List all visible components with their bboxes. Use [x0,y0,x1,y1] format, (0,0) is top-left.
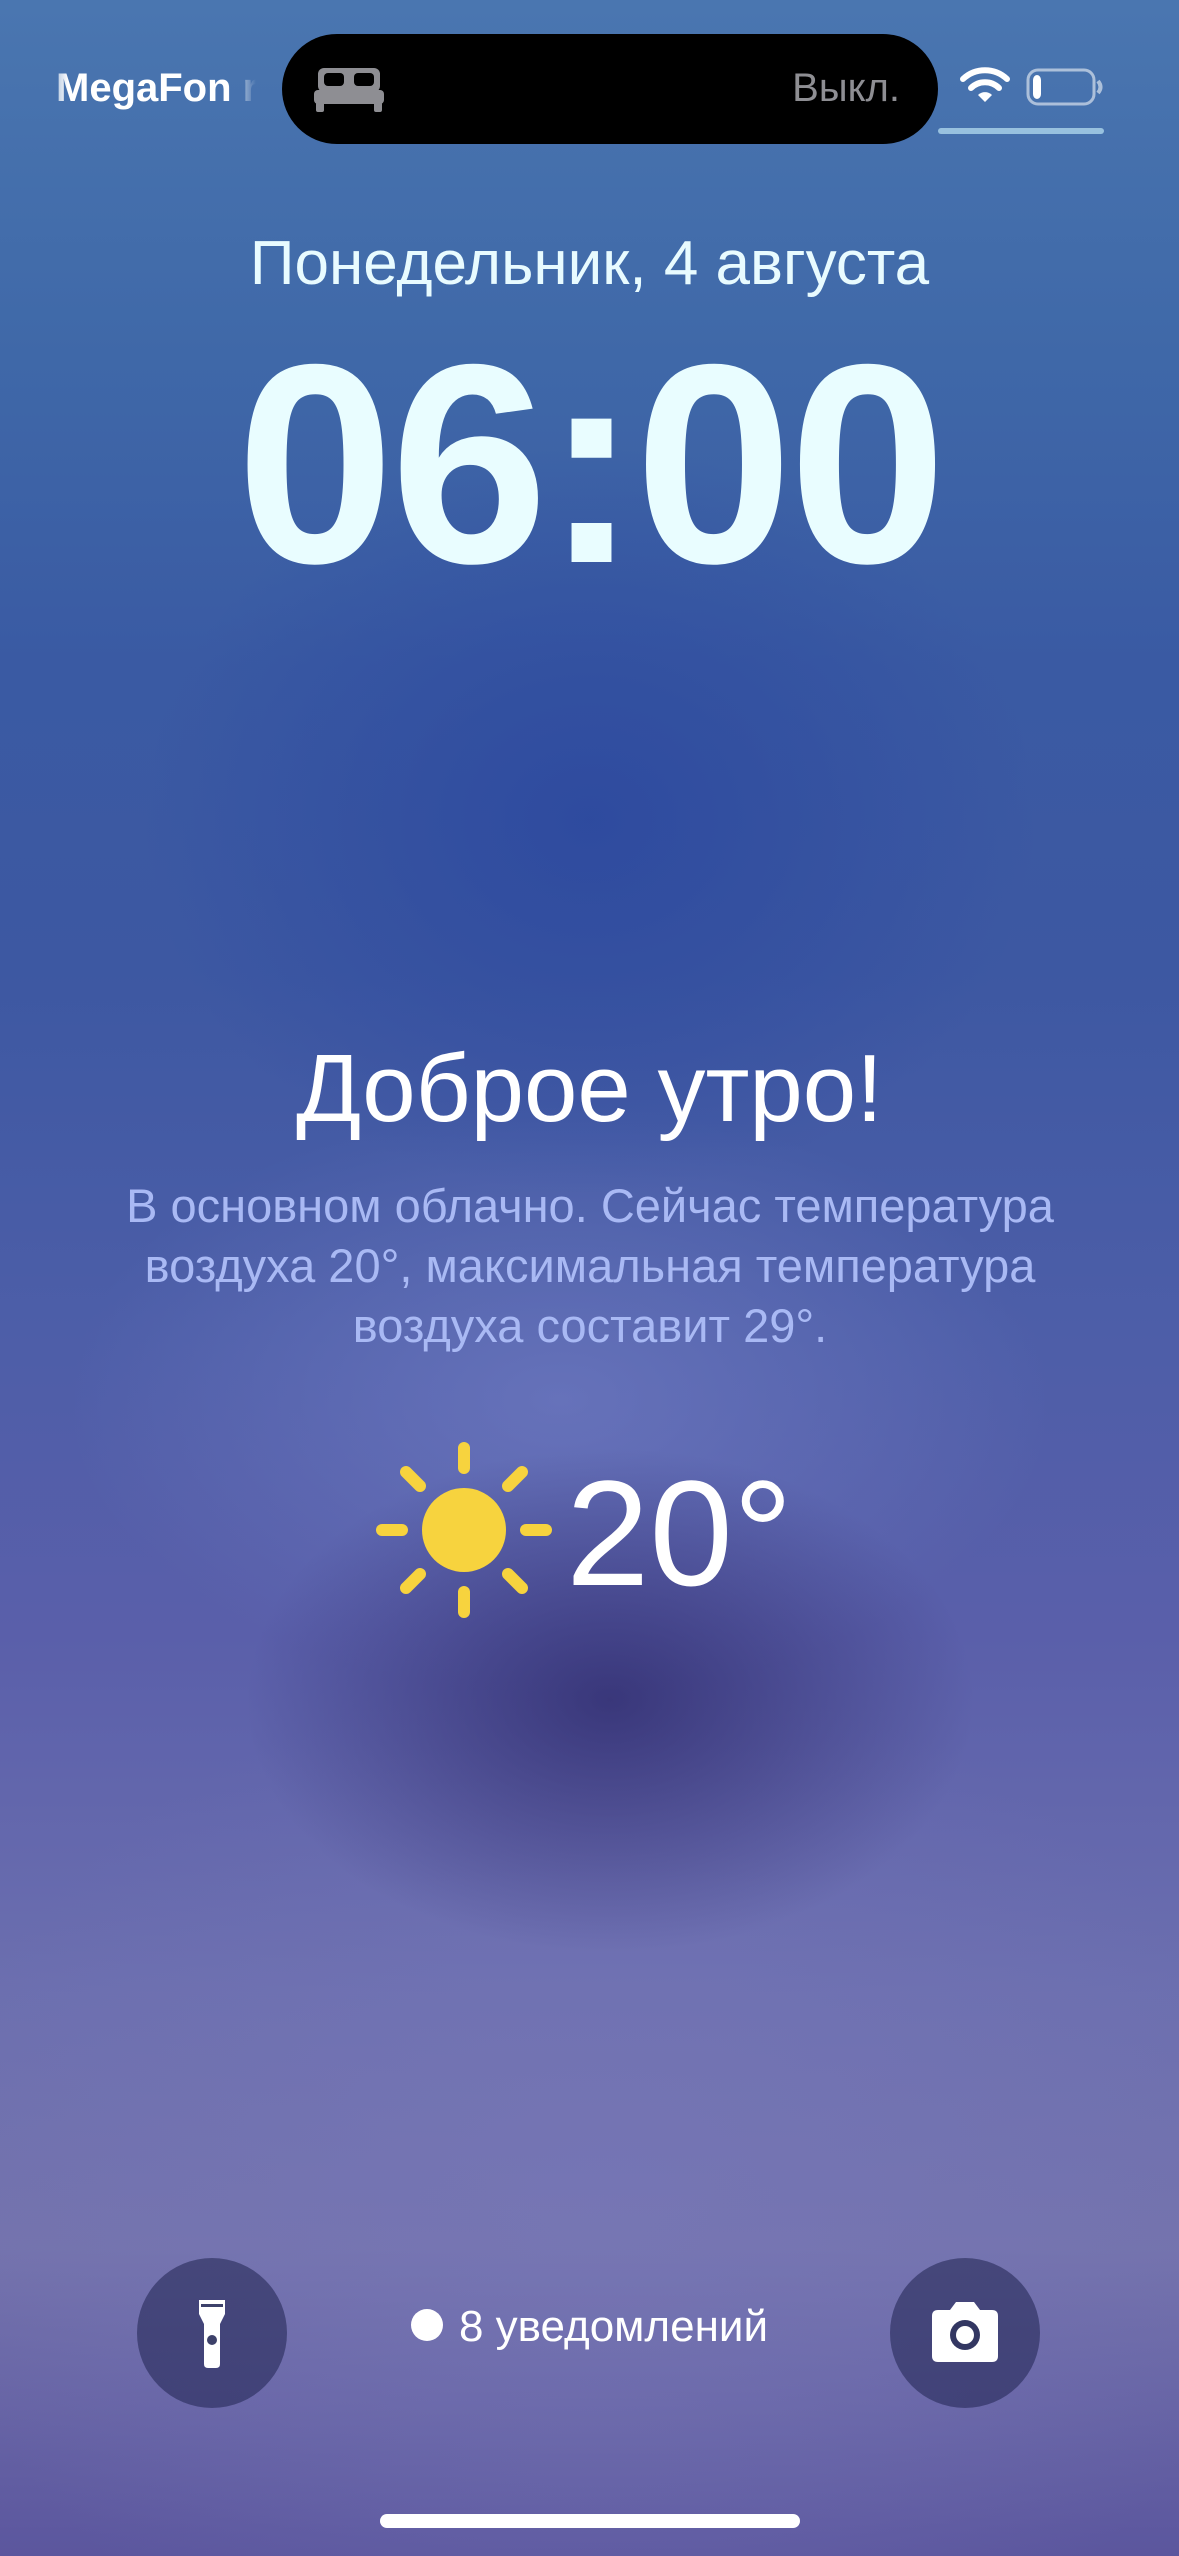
notification-dot [410,2309,443,2342]
current-temperature: 20° [566,1449,793,1617]
status-indicator-line [938,128,1104,134]
weather-summary: В основном облачно. Сейчас температура в… [126,1179,1054,1352]
carrier-name: MegaFon r [56,66,256,110]
bed-icon [314,68,384,112]
camera-button[interactable] [890,2258,1040,2408]
dynamic-island[interactable]: Выкл. [282,34,938,144]
lock-screen-date: Понедельник, 4 августа [249,229,930,298]
camera-icon [932,2302,998,2362]
sun-icon [376,1442,552,1618]
weather-greeting: Доброе утро! [296,1035,883,1142]
notifications-label: 8 уведомлений [458,2302,769,2351]
lock-screen-time: 06:00 [236,306,946,623]
wifi-icon [960,67,1010,102]
focus-status: Выкл. [792,66,900,110]
battery-icon [1026,68,1103,106]
home-indicator[interactable] [380,2514,800,2528]
